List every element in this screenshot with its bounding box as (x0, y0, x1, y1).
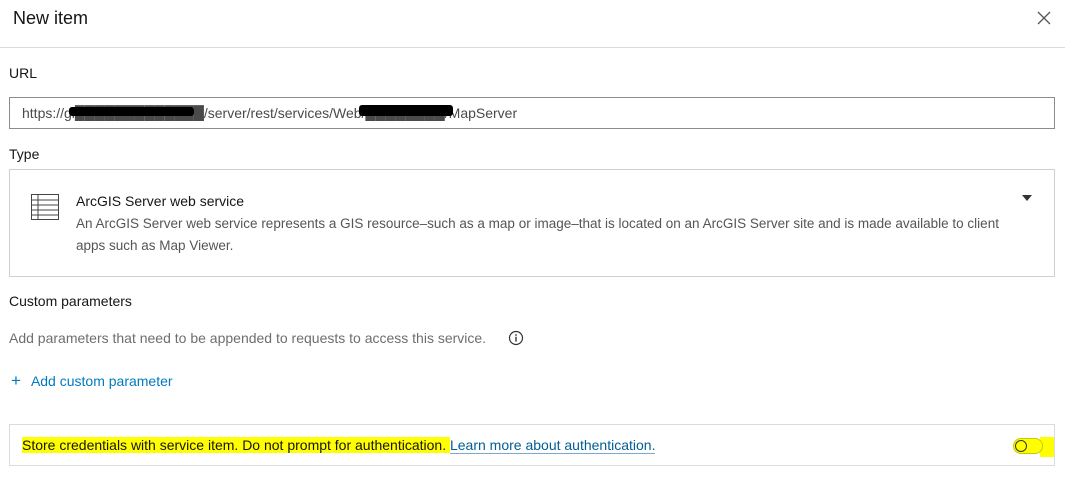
type-description: An ArcGIS Server web service represents … (76, 216, 999, 253)
redaction-bar (69, 107, 194, 116)
type-select[interactable]: ArcGIS Server web service An ArcGIS Serv… (9, 169, 1055, 277)
add-custom-parameter-label: Add custom parameter (30, 373, 173, 389)
caret-down-icon[interactable] (1022, 195, 1032, 201)
learn-more-link[interactable]: Learn more about authentication. (449, 437, 656, 454)
store-credentials-toggle[interactable] (1013, 438, 1043, 454)
dialog-header: New item (0, 0, 1065, 48)
credentials-text: Store credentials with service item. Do … (22, 437, 450, 453)
info-icon[interactable] (508, 330, 524, 346)
toggle-knob (1015, 440, 1027, 452)
dialog-title: New item (13, 8, 89, 28)
new-item-dialog: New item URL Type ArcGIS Server web serv… (0, 0, 1065, 477)
add-custom-parameter-button[interactable]: + Add custom parameter (11, 372, 173, 390)
url-label: URL (9, 65, 38, 81)
redaction-bar (359, 105, 453, 116)
custom-parameters-label: Custom parameters (9, 293, 132, 309)
close-icon (1037, 11, 1051, 25)
type-title: ArcGIS Server web service (76, 193, 245, 209)
list-table-icon (31, 194, 59, 220)
type-label: Type (9, 146, 40, 162)
credentials-text-wrapper: Store credentials with service item. Do … (22, 436, 656, 454)
credentials-panel: Store credentials with service item. Do … (9, 424, 1055, 466)
close-button[interactable] (1033, 7, 1055, 29)
custom-parameters-description: Add parameters that need to be appended … (9, 330, 487, 346)
plus-icon: + (11, 371, 21, 390)
